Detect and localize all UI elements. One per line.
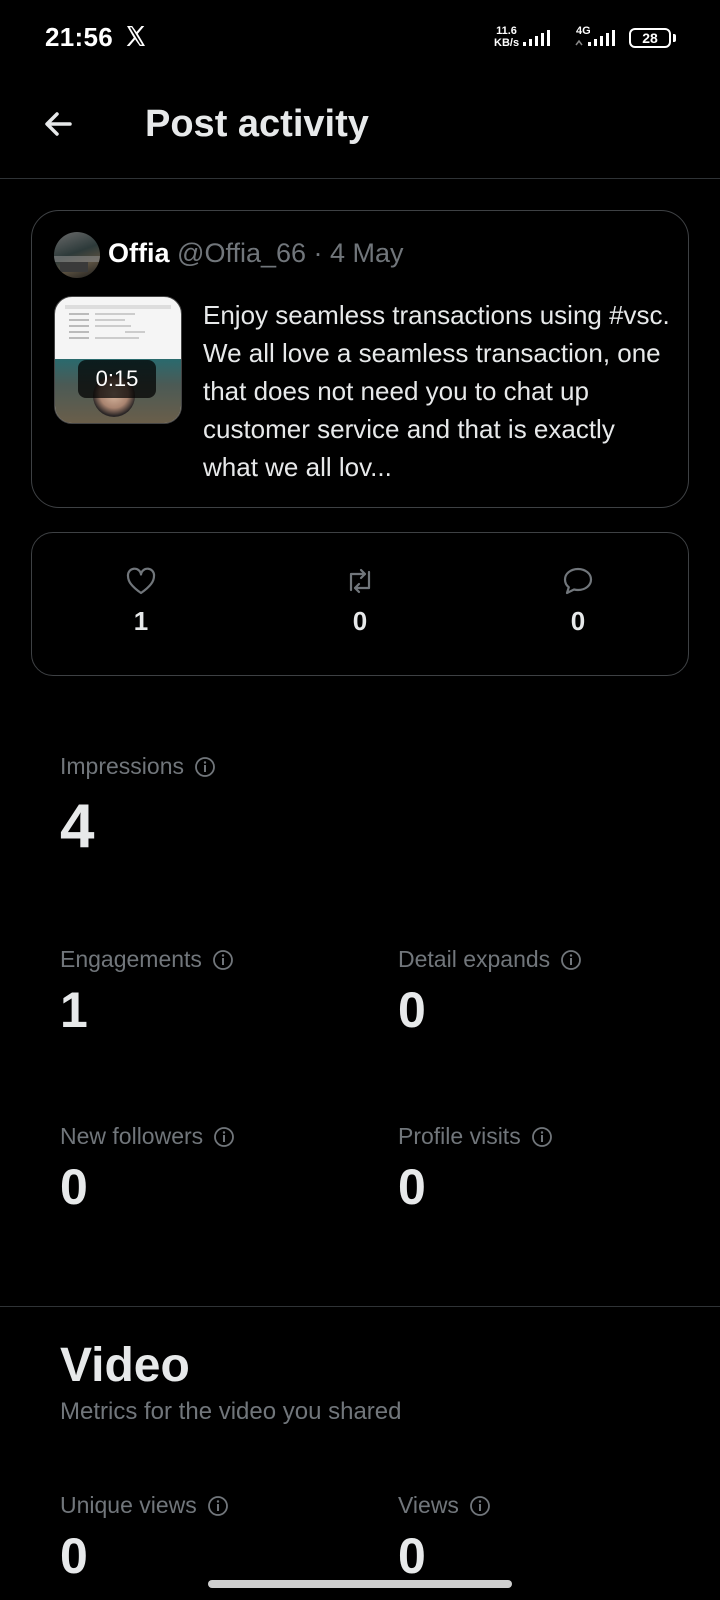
- section-divider: [0, 1306, 720, 1307]
- detail-expands-label-text: Detail expands: [398, 946, 551, 972]
- engagements-label-text: Engagements: [60, 946, 202, 972]
- post-text[interactable]: Enjoy seamless transactions using #vsc. …: [203, 296, 673, 486]
- gesture-home-bar[interactable]: [208, 1580, 512, 1588]
- author-name[interactable]: Offia: [108, 238, 170, 268]
- arrow-left-icon: [45, 112, 72, 136]
- battery-indicator: 28: [629, 28, 671, 48]
- reply-bubble-icon: [563, 567, 593, 595]
- heart-icon: [126, 567, 156, 595]
- info-icon[interactable]: [213, 1126, 235, 1148]
- detail-expands-label: Detail expands: [398, 946, 582, 973]
- status-time: 21:56: [45, 22, 113, 52]
- author-handle-date: @Offia_66 · 4 May: [177, 238, 404, 268]
- engagements-label: Engagements: [60, 946, 234, 973]
- views-label: Views: [398, 1492, 491, 1519]
- video-duration-badge: 0:15: [78, 360, 156, 398]
- battery-tip: [673, 34, 676, 42]
- new-followers-label-text: New followers: [60, 1123, 204, 1149]
- x-logo-icon: [124, 24, 148, 53]
- reposts-count: 0: [352, 606, 368, 636]
- video-section-subtitle: Metrics for the video you shared: [60, 1398, 402, 1425]
- info-icon[interactable]: [212, 949, 234, 971]
- info-icon[interactable]: [194, 756, 216, 778]
- network-speed: 11.6 KB/s: [494, 25, 520, 49]
- impressions-label-text: Impressions: [60, 753, 184, 779]
- views-label-text: Views: [398, 1492, 459, 1518]
- replies-count: 0: [570, 606, 586, 636]
- reposts-stat[interactable]: 0: [320, 566, 400, 637]
- detail-expands-value: 0: [398, 982, 426, 1038]
- info-icon[interactable]: [531, 1126, 553, 1148]
- page-title: Post activity: [145, 103, 369, 145]
- info-icon[interactable]: [207, 1495, 229, 1517]
- impressions-value: 4: [60, 792, 95, 861]
- new-followers-label: New followers: [60, 1123, 235, 1150]
- profile-visits-label: Profile visits: [398, 1123, 553, 1150]
- info-icon[interactable]: [560, 949, 582, 971]
- profile-visits-label-text: Profile visits: [398, 1123, 521, 1149]
- impressions-label: Impressions: [60, 753, 216, 780]
- unique-views-label: Unique views: [60, 1492, 229, 1519]
- unique-views-label-text: Unique views: [60, 1492, 197, 1518]
- unique-views-value: 0: [60, 1528, 88, 1584]
- new-followers-value: 0: [60, 1159, 88, 1215]
- signal-bars-icon-2: [574, 28, 620, 53]
- replies-stat[interactable]: 0: [538, 566, 618, 637]
- engagements-value: 1: [60, 982, 88, 1038]
- header-divider: [0, 178, 720, 179]
- back-button[interactable]: [34, 100, 82, 148]
- likes-stat[interactable]: 1: [101, 566, 181, 637]
- likes-count: 1: [133, 606, 149, 636]
- profile-visits-value: 0: [398, 1159, 426, 1215]
- views-value: 0: [398, 1528, 426, 1584]
- thumbnail-screen-content: [65, 305, 171, 339]
- avatar[interactable]: [54, 232, 100, 278]
- post-author-line: Offia @Offia_66 · 4 May: [108, 238, 404, 269]
- info-icon[interactable]: [469, 1495, 491, 1517]
- signal-bars-icon: [522, 28, 554, 53]
- repost-icon: [349, 568, 371, 594]
- video-section-title: Video: [60, 1339, 190, 1392]
